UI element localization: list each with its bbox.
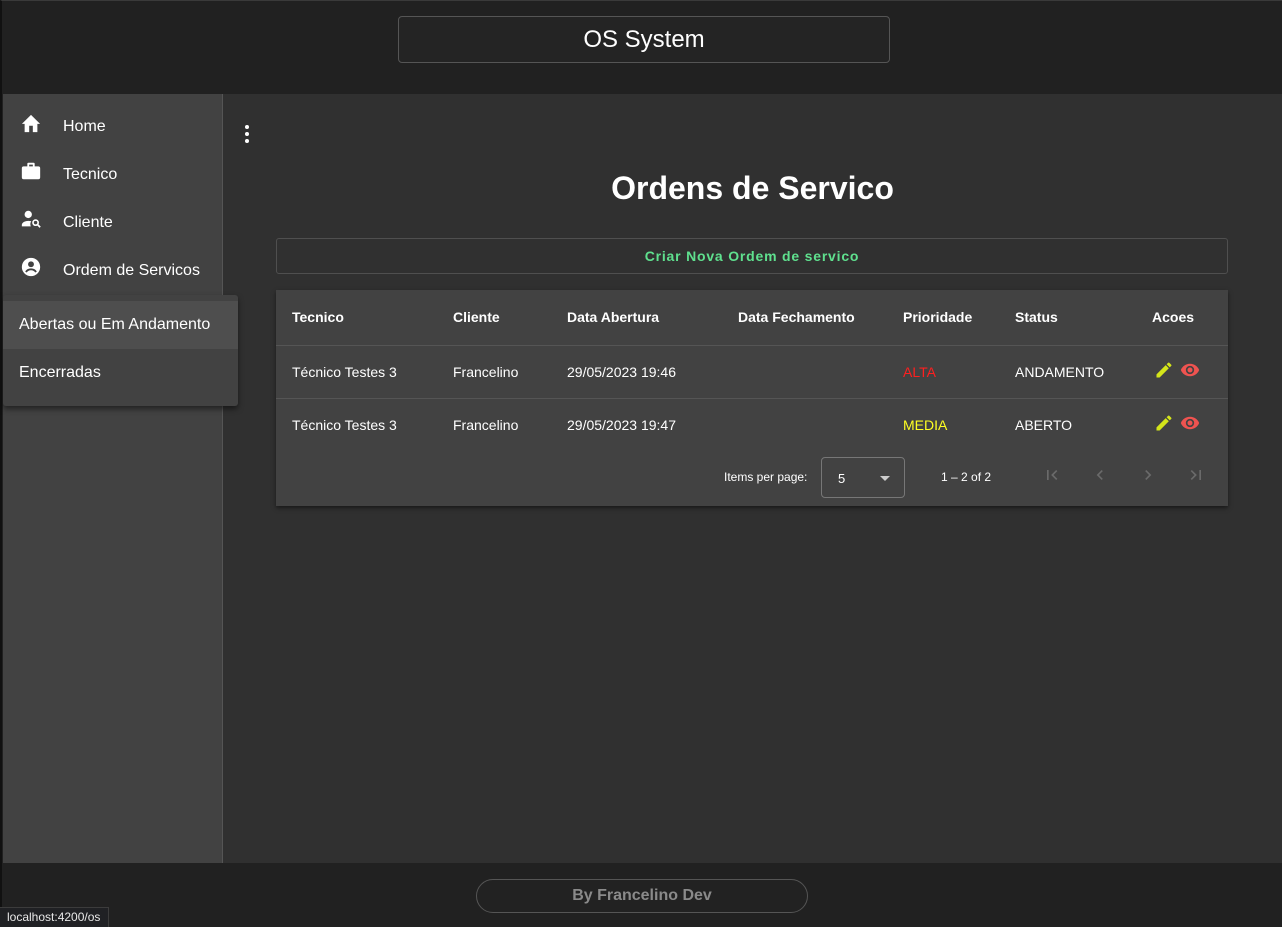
account-circle-icon bbox=[20, 256, 42, 278]
cell-status: ANDAMENTO bbox=[1015, 364, 1105, 380]
sidebar-item-label: Ordem de Servicos bbox=[63, 262, 200, 279]
previous-page-icon[interactable] bbox=[1088, 463, 1112, 487]
column-header-data-fechamento[interactable]: Data Fechamento bbox=[738, 309, 855, 325]
cell-tecnico: Técnico Testes 3 bbox=[292, 417, 397, 433]
sidebar-item-cliente[interactable]: Cliente bbox=[3, 202, 223, 246]
items-per-page-label: Items per page: bbox=[724, 470, 808, 484]
column-header-acoes: Acoes bbox=[1152, 309, 1195, 325]
page-title: Ordens de Servico bbox=[611, 170, 894, 206]
cell-data-abertura: 29/05/2023 19:47 bbox=[567, 417, 676, 433]
sidebar-item-home[interactable]: Home bbox=[3, 106, 223, 150]
sidebar-item-label: Home bbox=[63, 118, 106, 135]
row-actions bbox=[1152, 411, 1202, 435]
cell-tecnico: Técnico Testes 3 bbox=[292, 364, 397, 380]
submenu-item-label: Encerradas bbox=[19, 364, 101, 381]
first-page-icon[interactable] bbox=[1040, 463, 1064, 487]
items-per-page-select[interactable]: 5 bbox=[821, 457, 905, 498]
home-icon bbox=[20, 112, 42, 134]
paginator: Items per page: 5 1 – 2 of 2 bbox=[276, 452, 1228, 506]
table-header: Tecnico Cliente Data Abertura Data Fecha… bbox=[276, 290, 1228, 346]
cell-prioridade: ALTA bbox=[903, 364, 936, 380]
cell-status: ABERTO bbox=[1015, 417, 1073, 433]
submenu-item-label: Abertas ou Em Andamento bbox=[19, 316, 211, 333]
sidebar-item-tecnico[interactable]: Tecnico bbox=[3, 154, 223, 198]
orders-table: Tecnico Cliente Data Abertura Data Fecha… bbox=[276, 290, 1228, 506]
main-content: Ordens de Servico Criar Nova Ordem de se… bbox=[223, 94, 1282, 863]
cell-data-abertura: 29/05/2023 19:46 bbox=[567, 364, 676, 380]
submenu-item-abertas[interactable]: Abertas ou Em Andamento bbox=[3, 301, 238, 349]
column-header-prioridade[interactable]: Prioridade bbox=[903, 309, 972, 325]
table-row: Técnico Testes 3 Francelino 29/05/2023 1… bbox=[276, 347, 1228, 399]
table-row: Técnico Testes 3 Francelino 29/05/2023 1… bbox=[276, 400, 1228, 452]
items-per-page-value: 5 bbox=[838, 471, 846, 486]
edit-icon[interactable] bbox=[1152, 358, 1176, 382]
last-page-icon[interactable] bbox=[1184, 463, 1208, 487]
view-icon[interactable] bbox=[1178, 411, 1202, 435]
person-search-icon bbox=[20, 208, 42, 230]
column-header-data-abertura[interactable]: Data Abertura bbox=[567, 309, 659, 325]
ordem-servicos-submenu: Abertas ou Em Andamento Encerradas bbox=[3, 295, 238, 406]
sidebar-item-label: Cliente bbox=[63, 214, 113, 231]
view-icon[interactable] bbox=[1178, 358, 1202, 382]
top-toolbar: OS System bbox=[2, 1, 1282, 94]
next-page-icon[interactable] bbox=[1136, 463, 1160, 487]
more-vert-icon[interactable] bbox=[239, 122, 255, 146]
create-order-button[interactable]: Criar Nova Ordem de servico bbox=[276, 238, 1228, 274]
briefcase-icon bbox=[20, 160, 42, 182]
column-header-tecnico[interactable]: Tecnico bbox=[292, 309, 344, 325]
footer-credit: By Francelino Dev bbox=[476, 879, 808, 913]
submenu-item-encerradas[interactable]: Encerradas bbox=[3, 349, 238, 397]
cell-prioridade: MEDIA bbox=[903, 417, 948, 433]
footer: By Francelino Dev bbox=[2, 863, 1282, 927]
sidebar-item-label: Tecnico bbox=[63, 166, 118, 183]
sidebar: Home Tecnico Cliente Ordem de Servicos bbox=[3, 94, 223, 863]
browser-status-url: localhost:4200/os bbox=[0, 907, 110, 927]
cell-cliente: Francelino bbox=[453, 364, 519, 380]
dropdown-arrow-icon bbox=[880, 476, 890, 481]
sidebar-item-ordem-de-servicos[interactable]: Ordem de Servicos bbox=[3, 250, 223, 294]
edit-icon[interactable] bbox=[1152, 411, 1176, 435]
row-actions bbox=[1152, 358, 1202, 382]
range-label: 1 – 2 of 2 bbox=[941, 470, 992, 484]
column-header-cliente[interactable]: Cliente bbox=[453, 309, 500, 325]
column-header-status[interactable]: Status bbox=[1015, 309, 1058, 325]
app-title: OS System bbox=[398, 16, 890, 63]
cell-cliente: Francelino bbox=[453, 417, 519, 433]
